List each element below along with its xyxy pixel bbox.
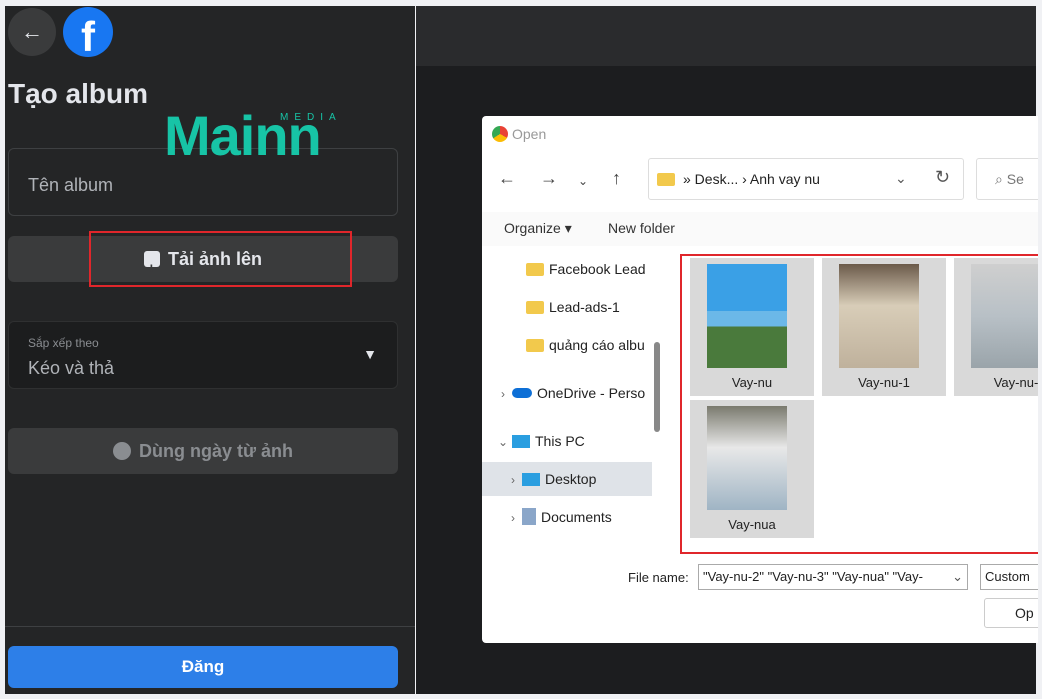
screenshot-frame: ← f Tạo album Tên album Tải ảnh lên Sắp … (0, 0, 1042, 699)
chrome-icon (492, 126, 508, 142)
tree-label: Lead-ads-1 (549, 299, 620, 315)
use-photo-date-label: Dùng ngày từ ảnh (138, 441, 294, 461)
sort-by-select[interactable]: Sắp xếp theo Kéo và thả ▼ (8, 321, 398, 389)
divider (5, 626, 415, 627)
use-photo-date-button[interactable]: Dùng ngày từ ảnh (8, 428, 398, 474)
file-name: Vay-nu-1 (858, 375, 910, 390)
dialog-title: Open (492, 126, 546, 142)
tree-label: OneDrive - Perso (537, 385, 646, 401)
file-name: Vay-nu (731, 375, 773, 390)
recent-chevron-icon[interactable]: ⌄ (578, 174, 588, 188)
dialog-footer: File name: "Vay-nu-2" "Vay-nu-3" "Vay-nu… (482, 562, 1038, 642)
open-button[interactable]: Op (984, 598, 1038, 628)
file-open-dialog: Open ← → ⌄ ↑ » Desk... › Anh vay nu ⌄ ↻ … (482, 116, 1038, 643)
background-topbar (416, 6, 1036, 66)
file-name: Vay-nu- (993, 375, 1038, 390)
tree-item-lead-ads[interactable]: Lead-ads-1 (482, 290, 652, 324)
file-tile[interactable]: Vay-nu-1 (822, 258, 946, 396)
sort-by-label: Sắp xếp theo (28, 336, 99, 350)
sort-by-value: Kéo và thả (28, 358, 115, 378)
folder-icon (526, 263, 544, 276)
tree-item-facebook-lead[interactable]: Facebook Lead (482, 252, 652, 286)
tree-item-onedrive[interactable]: › OneDrive - Perso (482, 376, 652, 410)
up-arrow-icon[interactable]: ↑ (612, 168, 621, 189)
tree-label: This PC (535, 433, 585, 449)
tree-scrollbar[interactable] (654, 342, 660, 432)
page-title: Tạo album (8, 78, 149, 109)
watermark-sub: MEDIA (280, 112, 342, 123)
search-input[interactable]: ⌕ Se (976, 158, 1038, 200)
onedrive-icon (512, 388, 532, 398)
chevron-right-icon[interactable]: › (504, 463, 522, 496)
computer-icon (512, 435, 530, 448)
tree-label: quảng cáo albu (549, 337, 645, 353)
folder-icon (526, 301, 544, 314)
refresh-icon[interactable]: ↻ (935, 167, 950, 188)
chevron-down-icon[interactable]: ⌄ (494, 425, 512, 458)
facebook-logo-icon[interactable]: f (63, 7, 113, 57)
navigation-tree: Facebook Lead Lead-ads-1 quảng cáo albu … (482, 248, 662, 548)
file-tile[interactable]: Vay-nua (690, 400, 814, 538)
forward-arrow-icon[interactable]: → (540, 168, 558, 189)
chevron-down-icon[interactable]: ⌄ (895, 170, 907, 187)
tree-label: Documents (541, 509, 612, 525)
tree-item-desktop[interactable]: › Desktop (482, 462, 652, 496)
folder-icon (526, 339, 544, 352)
file-name-input[interactable]: "Vay-nu-2" "Vay-nu-3" "Vay-nua" "Vay- ⌄ (698, 564, 968, 590)
chevron-down-icon[interactable]: ⌄ (952, 569, 963, 585)
file-name: Vay-nua (728, 517, 776, 532)
file-grid: Vay-nu Vay-nu-1 Vay-nu- Vay-nua (680, 254, 1038, 554)
chevron-right-icon[interactable]: › (494, 377, 512, 410)
clock-icon (112, 442, 131, 460)
organize-menu[interactable]: Organize ▾ (504, 220, 572, 237)
photo-thumbnail (971, 264, 1038, 368)
back-button[interactable]: ← (8, 8, 56, 56)
address-path: » Desk... › Anh vay nu (683, 171, 820, 187)
tree-label: Facebook Lead (549, 261, 646, 277)
dialog-title-text: Open (512, 126, 547, 142)
file-tile[interactable]: Vay-nu (690, 258, 814, 396)
search-placeholder: Se (1006, 171, 1024, 187)
tree-label: Desktop (545, 471, 597, 487)
file-tile[interactable]: Vay-nu- (954, 258, 1038, 396)
desktop-icon (522, 473, 540, 486)
documents-icon (522, 508, 536, 525)
photo-thumbnail (839, 264, 919, 368)
dialog-toolbar: Organize ▾ New folder (482, 212, 1038, 246)
tree-item-quang-cao[interactable]: quảng cáo albu (482, 328, 652, 362)
address-bar[interactable]: » Desk... › Anh vay nu ⌄ ↻ (648, 158, 964, 200)
new-folder-button[interactable]: New folder (608, 220, 675, 236)
file-name-label: File name: (628, 570, 689, 585)
navigation-bar: ← → ⌄ ↑ » Desk... › Anh vay nu ⌄ ↻ ⌕ Se (482, 158, 1038, 202)
folder-icon (657, 173, 675, 186)
back-arrow-icon[interactable]: ← (498, 168, 516, 189)
photo-thumbnail (707, 406, 787, 510)
chevron-right-icon[interactable]: › (504, 501, 522, 534)
tree-item-this-pc[interactable]: ⌄ This PC (482, 424, 652, 458)
photo-thumbnail (707, 264, 787, 368)
file-type-select[interactable]: Custom (980, 564, 1038, 590)
post-button[interactable]: Đăng (8, 646, 398, 688)
file-name-value: "Vay-nu-2" "Vay-nu-3" "Vay-nua" "Vay- (703, 569, 923, 584)
caret-down-icon: ▼ (363, 346, 377, 362)
tree-item-documents[interactable]: › Documents (482, 500, 652, 534)
upload-highlight-box (89, 231, 352, 287)
